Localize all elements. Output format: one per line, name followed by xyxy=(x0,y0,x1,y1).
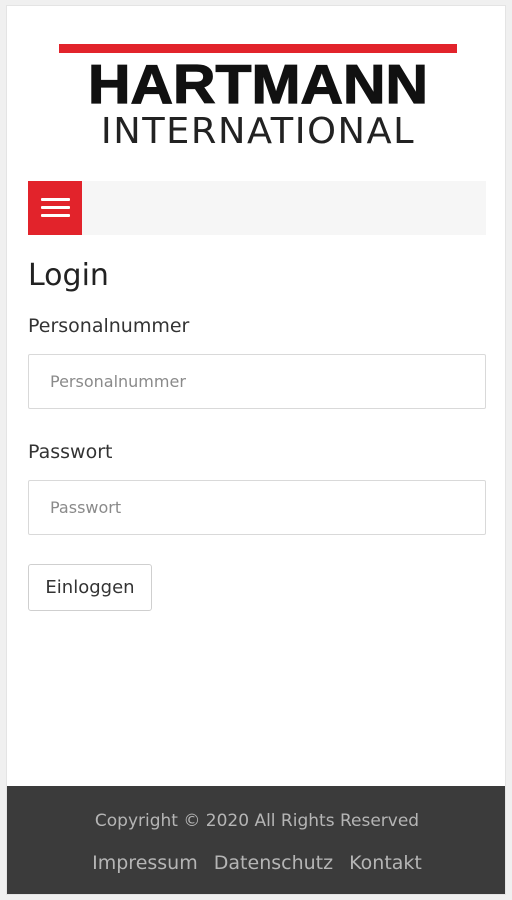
hartmann-international-logo: HARTMANN INTERNATIONAL xyxy=(59,44,457,152)
hamburger-menu-icon-bottom xyxy=(41,214,70,217)
copyright-text: Copyright © 2020 All Rights Reserved xyxy=(94,811,420,831)
logo-red-bar xyxy=(59,44,457,53)
impressum-link[interactable]: Impressum xyxy=(92,852,198,874)
page-title: Login xyxy=(28,258,109,293)
kontakt-link[interactable]: Kontakt xyxy=(349,852,422,874)
menu-toggle-button[interactable] xyxy=(28,181,82,235)
datenschutz-link[interactable]: Datenschutz xyxy=(214,852,333,874)
hamburger-menu-icon xyxy=(41,198,70,201)
footer: Copyright © 2020 All Rights Reserved Imp… xyxy=(7,786,505,894)
personalnummer-label: Personalnummer xyxy=(28,315,190,337)
logo-wordmark-hartmann: HARTMANN xyxy=(87,53,428,115)
passwort-input[interactable] xyxy=(28,480,486,535)
logo-wordmark-international: INTERNATIONAL xyxy=(100,111,416,152)
footer-links: Impressum Datenschutz Kontakt xyxy=(7,850,505,876)
passwort-label: Passwort xyxy=(28,441,113,463)
personalnummer-input[interactable] xyxy=(28,354,486,409)
navbar xyxy=(28,181,486,235)
page-frame: HARTMANN INTERNATIONAL Login Personalnum… xyxy=(6,5,506,895)
einloggen-button[interactable]: Einloggen xyxy=(28,564,152,611)
hamburger-menu-icon-middle xyxy=(41,206,70,209)
